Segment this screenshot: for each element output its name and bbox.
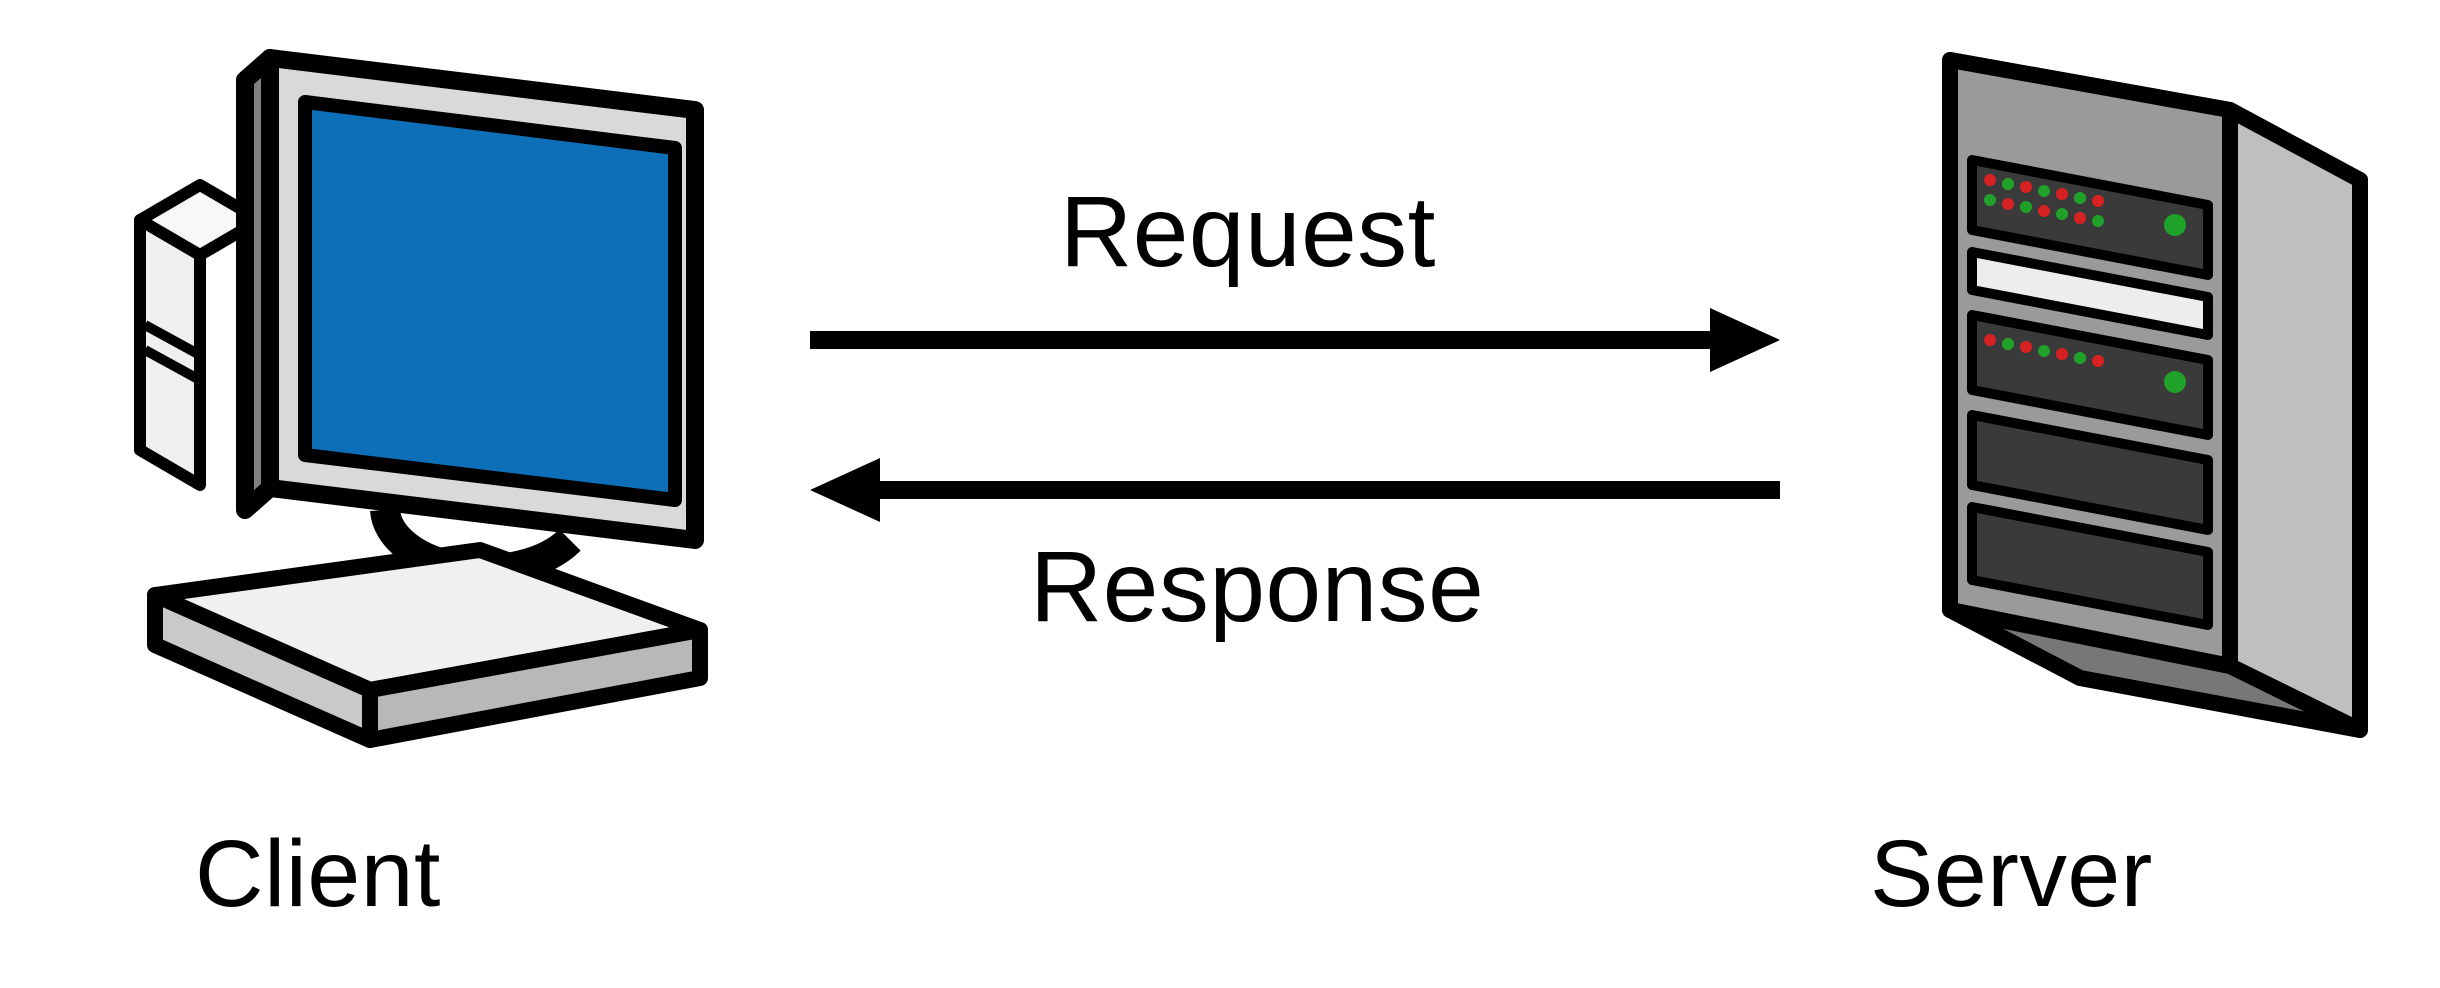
arrow-right-icon bbox=[810, 300, 1780, 380]
client-server-diagram: Request Response Client Server bbox=[0, 0, 2440, 988]
server-node bbox=[1830, 50, 2370, 810]
request-label: Request bbox=[1060, 175, 1436, 290]
response-arrow bbox=[810, 450, 1780, 530]
computer-icon bbox=[130, 40, 750, 760]
client-label: Client bbox=[195, 820, 441, 929]
server-label: Server bbox=[1870, 820, 2153, 929]
client-node bbox=[130, 40, 750, 760]
request-arrow bbox=[810, 300, 1780, 380]
response-label: Response bbox=[1030, 530, 1484, 645]
server-icon bbox=[1830, 50, 2370, 810]
arrow-left-icon bbox=[810, 450, 1780, 530]
